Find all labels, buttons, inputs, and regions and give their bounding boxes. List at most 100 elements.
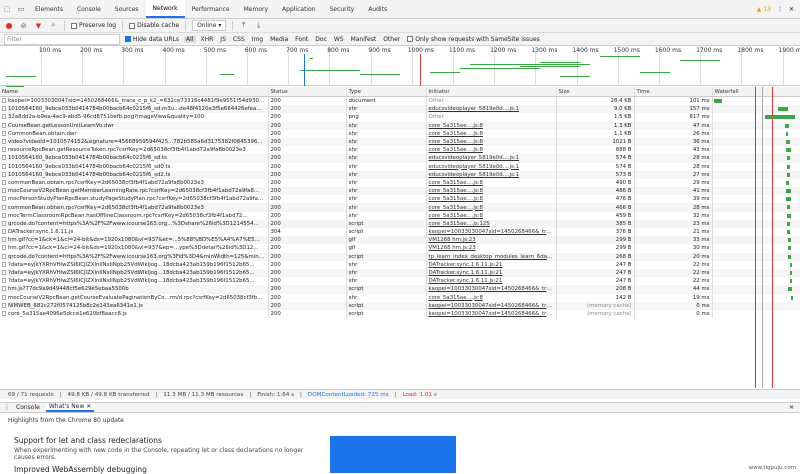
hide-data-urls-checkbox[interactable]: Hide data URLs (125, 36, 179, 43)
column-size[interactable]: Size (556, 87, 635, 97)
initiator-text[interactable]: kaopei=10033030047sid=1450268466&_trace.… (429, 229, 556, 235)
table-row[interactable]: 1010564160_9ebce033b0414784b00bacb64c021… (0, 154, 800, 163)
table-row[interactable]: commonBean.obtain.rpc?csrfKey=2d65038cf3… (0, 203, 800, 212)
record-button[interactable] (4, 21, 13, 30)
table-row[interactable]: ?data=eyJkYXRhVHlwZSI6ICJlZXlnIiNxIiNpb2… (0, 260, 800, 269)
disable-cache-checkbox[interactable]: Disable cache (129, 22, 179, 29)
table-row[interactable]: 32a8dd2a-b9ea-4ec9-abd5-96cd8751befb.png… (0, 113, 800, 122)
column-name[interactable]: Name (0, 87, 269, 97)
table-row[interactable]: hm.gif?cc=1&ck=1&cl=24-bit&ds=1920x1080&… (0, 244, 800, 253)
initiator-text[interactable]: core_5a315ae....js:8 (429, 196, 483, 202)
tab-memory[interactable]: Memory (237, 0, 275, 18)
table-row[interactable]: ?data=eyJkYXRhVHlwZSI6ICJlZXlnIiNxIiNpb2… (0, 277, 800, 286)
initiator-text[interactable]: core_5a315ae....js:8 (429, 180, 483, 186)
initiator-text[interactable]: Other (429, 114, 444, 120)
inspect-icon[interactable]: ⬚ (0, 0, 14, 18)
initiator-text[interactable]: core_5a315ae....js:8 (429, 147, 483, 153)
table-row[interactable]: video?videoId=1010574152&signature=45668… (0, 137, 800, 147)
device-toggle-icon[interactable]: ▭ (14, 0, 28, 18)
initiator-text[interactable]: core_5a315ae....js:8 (429, 213, 483, 219)
table-row[interactable]: core_5a315ae4096e5dcce1e620bf8aacc8.js 20… (0, 309, 800, 319)
initiator-text[interactable]: Other (429, 98, 444, 104)
table-row[interactable]: qrcode.do?content=https%3A%2F%2Fwww.icou… (0, 219, 800, 228)
filter-type-js[interactable]: JS (218, 36, 228, 43)
table-row[interactable]: 1010564160_9ebce033b0414784b00bacb64c021… (0, 170, 800, 179)
table-row[interactable]: resourceRpcBean.getResourceToken.rpc?csr… (0, 146, 800, 155)
table-row[interactable]: mocTermClassroomRpcBean.hasOfflineClassr… (0, 211, 800, 220)
column-time[interactable]: Time (634, 87, 713, 97)
initiator-text[interactable]: educsvideoplayer_5819e0d....js:1 (429, 172, 520, 178)
filter-icon[interactable]: ▼ (34, 21, 43, 30)
table-row[interactable]: NIMWEB_682c272f0574125b8c2e143ea6341e1.j… (0, 301, 800, 310)
column-initiator[interactable]: Initiator (426, 87, 557, 97)
filter-type-manifest[interactable]: Manifest (349, 36, 379, 43)
table-row[interactable]: kaopei=10033030047sid=1450268466&_trace_… (0, 96, 800, 106)
initiator-text[interactable]: core_5a315ae....js:8 (429, 139, 483, 145)
filter-type-img[interactable]: Img (250, 36, 265, 43)
initiator-text[interactable]: educsvideoplayer_5819e0d....js:1 (429, 155, 520, 161)
initiator-text[interactable]: kaopei=10033030047sid=1450268466&_trace.… (429, 303, 556, 309)
initiator-text[interactable]: DATracker.sync.1.6.11.js:21 (429, 270, 503, 276)
filter-input[interactable]: Filter (4, 33, 120, 45)
table-row[interactable]: mocCourseV2RpcBean.getMemberLearningRate… (0, 187, 800, 196)
throttle-select[interactable]: Online ▾ (192, 20, 227, 31)
close-icon[interactable]: ✕ (789, 6, 794, 13)
table-row[interactable]: 1010564160_9ebce033b0414784b00bacb64c021… (0, 105, 800, 114)
tab-application[interactable]: Application (275, 0, 323, 18)
initiator-text[interactable]: educsvideoplayer_5819e0d....js:1 (429, 106, 520, 112)
drawer-tab-console[interactable]: Console (16, 404, 40, 411)
preserve-log-checkbox[interactable]: Preserve log (71, 22, 116, 29)
more-icon[interactable]: ⋮ (777, 6, 783, 13)
drawer-menu-icon[interactable]: ⋮ (4, 404, 10, 411)
import-har-icon[interactable]: ⤒ (239, 21, 248, 30)
filter-type-xhr[interactable]: XHR (199, 36, 216, 43)
filter-type-font[interactable]: Font (293, 36, 310, 43)
initiator-text[interactable]: DATracker.sync.1.6.11.js:21 (429, 278, 503, 284)
column-waterfall[interactable]: Waterfall (712, 87, 800, 97)
filter-type-ws[interactable]: WS (332, 36, 346, 43)
tab-elements[interactable]: Elements (28, 0, 70, 18)
filter-type-other[interactable]: Other (381, 36, 402, 43)
filter-type-doc[interactable]: Doc (313, 36, 329, 43)
tab-console[interactable]: Console (70, 0, 108, 18)
initiator-text[interactable]: core_5a315ae....js:8 (429, 131, 483, 137)
column-type[interactable]: Type (346, 87, 427, 97)
network-overview[interactable]: 100 ms 200 ms 300 ms 400 ms 500 ms 600 ms 700 … (0, 46, 800, 87)
table-row[interactable]: mocCourseV2RpcBean.getCourseEvaluatePagi… (0, 293, 800, 302)
close-tab-icon[interactable]: ✕ (86, 403, 91, 410)
column-status[interactable]: Status (268, 87, 347, 97)
warning-icon[interactable]: ▲ 13 (757, 6, 771, 13)
tab-audits[interactable]: Audits (361, 0, 394, 18)
tab-security[interactable]: Security (323, 0, 362, 18)
initiator-text[interactable]: core_5a315ae....js:8 (429, 123, 483, 129)
tab-sources[interactable]: Sources (108, 0, 146, 18)
search-icon[interactable]: ⌕ (49, 21, 58, 30)
table-row[interactable]: qrcode.do?content=https%3A%2F%2Fwww.icou… (0, 252, 800, 261)
initiator-text[interactable]: tp_learn_index_desktop_modules_learn_6da… (429, 254, 556, 260)
initiator-text[interactable]: DATracker.sync.1.6.11.js:21 (429, 262, 503, 268)
samesite-checkbox[interactable]: Only show requests with SameSite issues (407, 36, 540, 43)
table-row[interactable]: DATracker.sync.1.6.11.js 304 script kaopei=… (0, 228, 800, 237)
initiator-text[interactable]: educsvideoplayer_5819e0d....js:1 (429, 164, 520, 170)
filter-type-all[interactable]: All (184, 35, 196, 43)
initiator-text[interactable]: kaopei=10033030047sid=1450268466&_trace.… (429, 311, 556, 317)
initiator-text[interactable]: VM1268 hm.js:23 (429, 245, 476, 251)
table-row[interactable]: hm.js?77dc9a9d49448cf5e629e5ebaa5500b 200… (0, 285, 800, 294)
initiator-text[interactable]: core_5a315ae....js:8 (429, 295, 483, 301)
initiator-text[interactable]: core_5a315ae....js:8 (429, 205, 483, 211)
table-row[interactable]: hm.gif?cc=1&ck=1&cl=24-bit&ds=1920x1080&… (0, 236, 800, 245)
close-drawer-icon[interactable]: ✕ (789, 404, 800, 411)
table-row[interactable]: 1010564160_9ebce033b0414784b00bacb64c021… (0, 162, 800, 171)
tab-network[interactable]: Network (145, 0, 185, 18)
initiator-text[interactable]: VM1268 hm.js:23 (429, 237, 476, 243)
table-row[interactable]: commonBean.obtain.rpc?csrfKey=2d65038cf3… (0, 178, 800, 188)
filter-type-css[interactable]: CSS (231, 36, 247, 43)
table-row[interactable]: CommonBean.obtain.dwr 200 xhr core_5a315ae.… (0, 129, 800, 138)
initiator-text[interactable]: core_5a315ae....js:125 (429, 221, 490, 227)
filter-type-media[interactable]: Media (268, 36, 290, 43)
initiator-text[interactable]: core_5a315ae....js:8 (429, 188, 483, 194)
table-row[interactable]: CourseBean.getLessonUnitLearnVo.dwr 200 xh… (0, 121, 800, 130)
drawer-tab-whats-new[interactable]: What's New ✕ (45, 403, 95, 412)
initiator-text[interactable]: kaopei=10033030047sid=1450268466&_trace.… (429, 286, 556, 292)
tab-performance[interactable]: Performance (185, 0, 237, 18)
